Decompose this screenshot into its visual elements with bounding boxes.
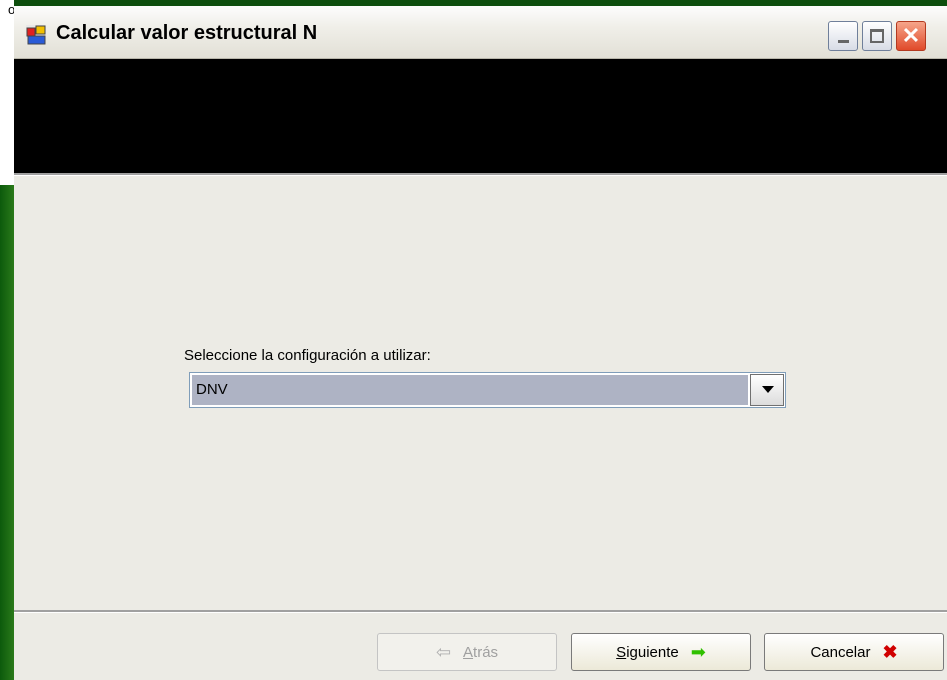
window-title: Calcular valor estructural N (56, 22, 318, 44)
close-button[interactable]: ✕ (896, 21, 926, 51)
arrow-right-icon: ➡ (690, 642, 706, 662)
config-select-dropdown-button[interactable] (750, 374, 784, 406)
background-window-edge (0, 0, 15, 186)
chevron-down-icon (762, 386, 774, 393)
maximize-icon (870, 29, 884, 43)
dialog-window: Calcular valor estructural N ✕ Seleccion… (14, 6, 947, 680)
app-window-icon (26, 25, 46, 45)
minimize-icon (838, 40, 849, 43)
minimize-button[interactable] (828, 21, 858, 51)
header-banner (14, 59, 947, 173)
cancel-button[interactable]: Cancelar ✖ (764, 633, 944, 671)
config-select-value[interactable]: DNV (192, 375, 748, 405)
maximize-button[interactable] (862, 21, 892, 51)
title-bar[interactable]: Calcular valor estructural N ✕ (14, 6, 947, 59)
footer-bar: ⇦ Atrás Siguiente ➡ Cancelar ✖ (14, 613, 947, 680)
cancel-button-label: Cancelar (810, 643, 871, 661)
next-button[interactable]: Siguiente ➡ (571, 633, 751, 671)
back-button[interactable]: ⇦ Atrás (377, 633, 557, 671)
cancel-x-icon: ✖ (882, 641, 898, 662)
arrow-left-icon: ⇦ (435, 642, 452, 662)
config-prompt-label: Seleccione la configuración a utilizar: (184, 347, 431, 364)
next-button-label: Siguiente (616, 643, 679, 661)
close-icon: ✕ (901, 23, 921, 48)
desktop-background (0, 185, 14, 680)
back-button-label: Atrás (463, 643, 499, 661)
config-select[interactable]: DNV (189, 372, 786, 408)
